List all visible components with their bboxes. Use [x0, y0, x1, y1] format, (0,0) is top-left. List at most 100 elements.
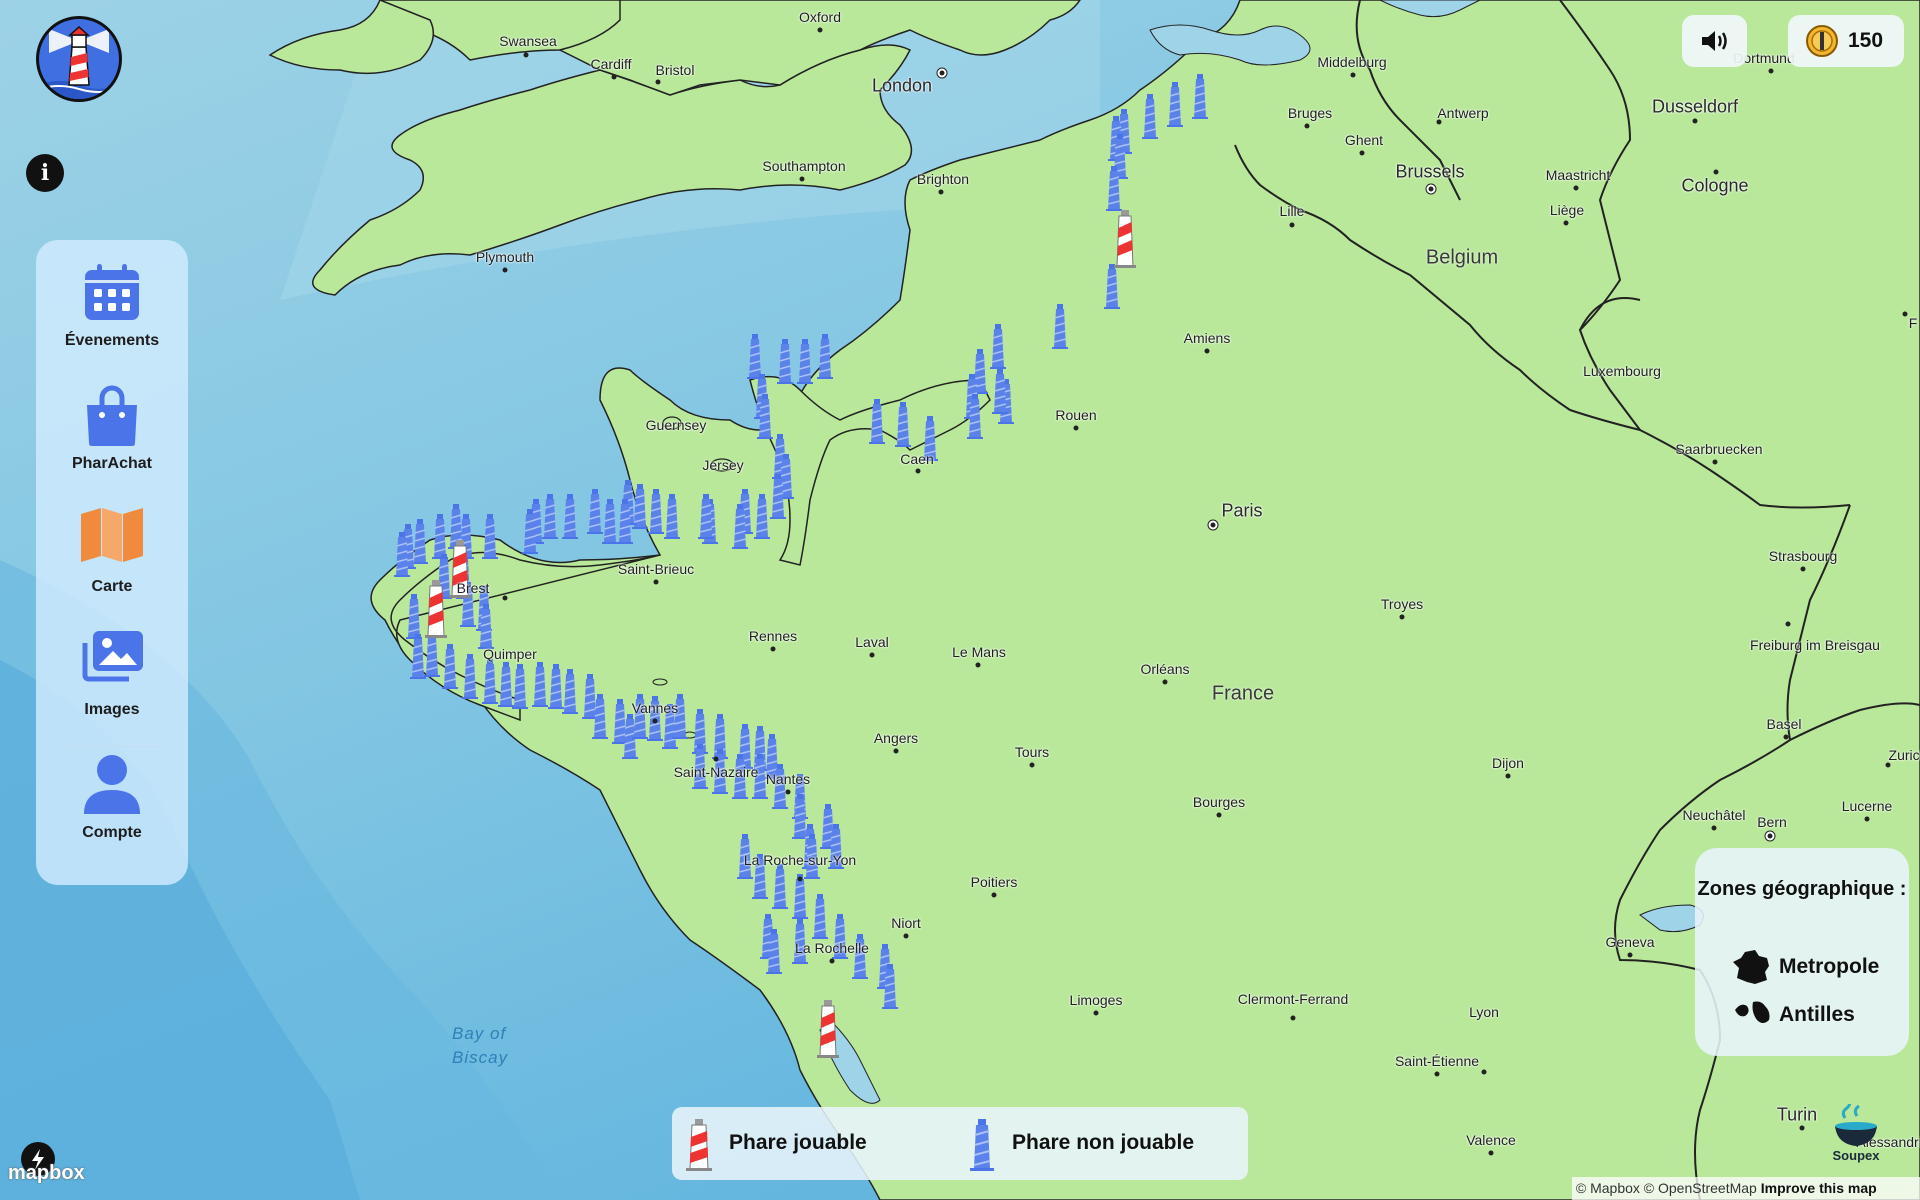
shopping-bag-icon: [87, 385, 137, 446]
city-dot: [1304, 123, 1310, 129]
city-label: Bern: [1757, 814, 1787, 830]
city-dot: [1864, 816, 1870, 822]
coins-display[interactable]: 150: [1788, 15, 1904, 67]
city-dot: [611, 74, 617, 80]
playable-lighthouse-icon: [686, 1119, 712, 1171]
city-dot: [785, 789, 791, 795]
city-label: La Rochelle: [795, 940, 869, 956]
sidebar-item-compte[interactable]: Compte: [36, 732, 188, 850]
city-dot: [1573, 185, 1579, 191]
city-dot: [502, 595, 508, 601]
city-label: Clermont-Ferrand: [1237, 991, 1349, 1007]
city-label: F: [1908, 315, 1918, 331]
city-dot: [1783, 734, 1789, 740]
sea-label: Bay of Biscay: [452, 1022, 508, 1070]
city-label: Saarbruecken: [1675, 441, 1763, 457]
mapbox-credit-link[interactable]: © Mapbox: [1576, 1180, 1640, 1196]
city-label: Bruges: [1287, 105, 1333, 121]
soupex-logo: Soupex: [1826, 1104, 1886, 1164]
info-button[interactable]: i: [26, 154, 64, 192]
city-label: Nantes: [765, 771, 811, 787]
city-label: Oxford: [798, 9, 842, 25]
improve-map-link[interactable]: Improve this map: [1761, 1180, 1877, 1196]
sidebar-item-pharachat[interactable]: PharAchat: [36, 363, 188, 481]
city-label: Turin: [1776, 1104, 1818, 1125]
city-dot: [1713, 169, 1719, 175]
mapbox-logo: mapbox: [8, 1162, 85, 1184]
city-label: Middelburg: [1317, 54, 1387, 70]
city-dot: [652, 718, 658, 724]
city-label: Rouen: [1055, 407, 1097, 423]
city-dot: [1029, 762, 1035, 768]
city-label: Caen: [900, 451, 934, 467]
city-label: Guernsey: [645, 417, 707, 433]
app-logo[interactable]: [36, 16, 122, 102]
city-label: Brest: [456, 580, 490, 596]
city-dot: [653, 579, 659, 585]
city-dot: [1563, 220, 1569, 226]
city-label: Luxembourg: [1583, 363, 1661, 379]
city-label: Limoges: [1069, 992, 1123, 1008]
city-dot: [1885, 762, 1891, 768]
zone-metropole[interactable]: Metropole: [1733, 950, 1879, 984]
legend-playable-label: Phare jouable: [729, 1131, 867, 1154]
city-label: La Roche-sur-Yon: [743, 852, 857, 868]
city-dot: [1093, 1010, 1099, 1016]
city-label: Angers: [873, 730, 919, 746]
city-label: Rennes: [748, 628, 798, 644]
city-dot: [1434, 1071, 1440, 1077]
city-dot: [770, 646, 776, 652]
zone-antilles[interactable]: Antilles: [1733, 998, 1855, 1032]
city-label: Dusseldorf: [1651, 96, 1739, 117]
city-dot: [1204, 348, 1210, 354]
country-label: France: [1211, 682, 1275, 705]
city-label: Geneva: [1605, 934, 1655, 950]
city-label: Bristol: [655, 62, 695, 78]
osm-credit-link[interactable]: © OpenStreetMap: [1644, 1180, 1757, 1196]
city-dot: [1436, 119, 1442, 125]
city-label: Quimper: [483, 646, 537, 662]
city-dot: [869, 652, 875, 658]
sea-label-line: Bay of: [452, 1024, 507, 1043]
city-label: Tours: [1014, 744, 1050, 760]
info-icon: i: [40, 160, 50, 186]
sidebar-item-carte[interactable]: Carte: [36, 486, 188, 604]
coin-count: 150: [1848, 29, 1884, 52]
city-label: Zurich: [1888, 747, 1920, 763]
city-dot: [797, 876, 803, 882]
capital-dot: [1425, 183, 1437, 195]
sound-button[interactable]: [1682, 15, 1747, 67]
city-label: Antwerp: [1437, 105, 1489, 121]
user-icon: [84, 755, 140, 814]
sidebar-item-events[interactable]: Évenements: [36, 240, 188, 358]
city-label: Liège: [1549, 202, 1585, 218]
sidebar-item-images[interactable]: Images: [36, 609, 188, 727]
coin-icon: [1806, 25, 1838, 57]
legend-non-playable-label: Phare non jouable: [1012, 1131, 1195, 1154]
city-label: Ghent: [1344, 132, 1384, 148]
city-dot: [1800, 566, 1806, 572]
city-label: Southampton: [762, 158, 846, 174]
city-dot: [1627, 952, 1633, 958]
sea-label-line: Biscay: [452, 1048, 509, 1067]
city-label: Bourges: [1192, 794, 1246, 810]
city-dot: [1290, 1015, 1296, 1021]
city-dot: [1399, 614, 1405, 620]
city-label: Maastricht: [1545, 167, 1611, 183]
city-dot: [799, 176, 805, 182]
calendar-icon: [85, 264, 139, 320]
map-attribution: © Mapbox © OpenStreetMap Improve this ma…: [1572, 1177, 1920, 1200]
non-playable-lighthouse-icon: [970, 1119, 994, 1171]
city-label: Strasbourg: [1768, 548, 1838, 564]
sidebar-item-label: Compte: [82, 824, 142, 841]
sidebar-item-label: Évenements: [64, 332, 160, 349]
city-dot: [903, 933, 909, 939]
city-dot: [1162, 679, 1168, 685]
city-dot: [502, 267, 508, 273]
city-dot: [1692, 118, 1698, 124]
city-dot: [1711, 825, 1717, 831]
city-label: Brussels: [1395, 161, 1465, 182]
city-label: London: [871, 75, 933, 96]
city-dot: [975, 662, 981, 668]
city-label: Amiens: [1183, 330, 1231, 346]
